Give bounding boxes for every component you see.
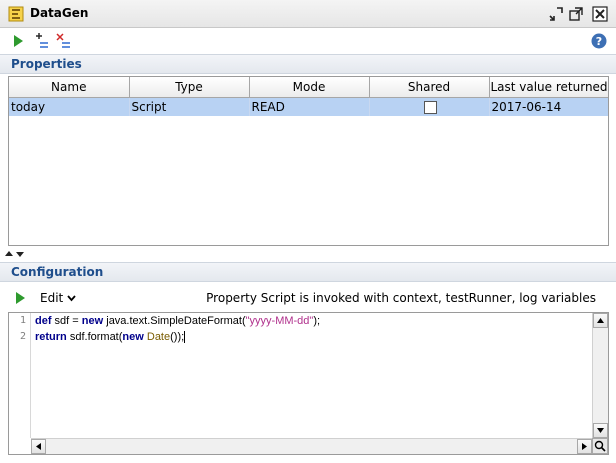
close-icon[interactable] bbox=[592, 6, 608, 22]
chevron-down-icon bbox=[67, 295, 76, 302]
scroll-left-button[interactable] bbox=[31, 439, 46, 454]
shared-checkbox[interactable] bbox=[423, 100, 437, 114]
properties-table: Name Type Mode Shared Last value returne… bbox=[8, 76, 609, 246]
horizontal-scrollbar[interactable] bbox=[31, 438, 592, 454]
line-gutter: 1 2 bbox=[9, 313, 31, 438]
edit-menu-label: Edit bbox=[40, 291, 64, 305]
cell-type[interactable]: Script bbox=[129, 97, 250, 116]
code-line-1[interactable]: def sdf = new java.text.SimpleDateFormat… bbox=[35, 313, 591, 329]
maximize-icon[interactable] bbox=[568, 6, 584, 22]
code-line-2[interactable]: return sdf.format(new Date()); bbox=[35, 329, 591, 345]
cell-last-value: 2017-06-14 bbox=[489, 97, 608, 116]
run-script-icon[interactable] bbox=[12, 290, 28, 306]
scroll-up-button[interactable] bbox=[593, 313, 608, 328]
scroll-down-button[interactable] bbox=[593, 423, 608, 438]
configuration-title: Configuration bbox=[11, 265, 104, 279]
title-bar: DataGen bbox=[0, 0, 616, 28]
run-icon[interactable] bbox=[9, 32, 27, 50]
text-caret bbox=[184, 331, 186, 344]
column-header-last-value[interactable]: Last value returned bbox=[489, 77, 608, 98]
properties-title: Properties bbox=[11, 57, 82, 71]
code-area[interactable]: def sdf = new java.text.SimpleDateFormat… bbox=[35, 313, 591, 438]
table-row[interactable]: today Script READ 2017-06-14 bbox=[9, 97, 608, 116]
add-property-icon[interactable] bbox=[33, 32, 51, 50]
edit-menu[interactable]: Edit bbox=[40, 291, 76, 305]
column-header-mode[interactable]: Mode bbox=[249, 77, 370, 98]
splitter[interactable] bbox=[0, 249, 616, 259]
scroll-right-button[interactable] bbox=[577, 439, 592, 454]
help-icon[interactable]: ? bbox=[590, 32, 608, 50]
column-header-shared[interactable]: Shared bbox=[369, 77, 490, 98]
svg-text:?: ? bbox=[596, 35, 602, 48]
properties-header: Properties bbox=[0, 54, 616, 74]
remove-property-icon[interactable] bbox=[55, 32, 73, 50]
configuration-header: Configuration bbox=[0, 262, 616, 282]
cell-name[interactable]: today bbox=[9, 97, 130, 116]
splitter-arrows-icon[interactable] bbox=[4, 249, 28, 259]
line-number: 2 bbox=[19, 331, 26, 342]
column-header-name[interactable]: Name bbox=[9, 77, 130, 98]
vertical-scrollbar[interactable] bbox=[592, 313, 608, 438]
zoom-search-icon[interactable] bbox=[592, 438, 608, 454]
datagen-icon bbox=[8, 6, 24, 22]
column-header-type[interactable]: Type bbox=[129, 77, 250, 98]
cell-shared bbox=[369, 97, 490, 116]
line-number: 1 bbox=[19, 315, 26, 326]
script-editor[interactable]: 1 2 def sdf = new java.text.SimpleDateFo… bbox=[8, 312, 609, 455]
table-header-row: Name Type Mode Shared Last value returne… bbox=[9, 77, 608, 98]
minimize-icon[interactable] bbox=[548, 6, 564, 22]
window-title: DataGen bbox=[30, 6, 89, 20]
cell-mode[interactable]: READ bbox=[249, 97, 370, 116]
configuration-toolbar: Edit Property Script is invoked with con… bbox=[0, 288, 616, 310]
main-toolbar: ? bbox=[0, 28, 616, 54]
script-info-text: Property Script is invoked with context,… bbox=[206, 291, 596, 305]
